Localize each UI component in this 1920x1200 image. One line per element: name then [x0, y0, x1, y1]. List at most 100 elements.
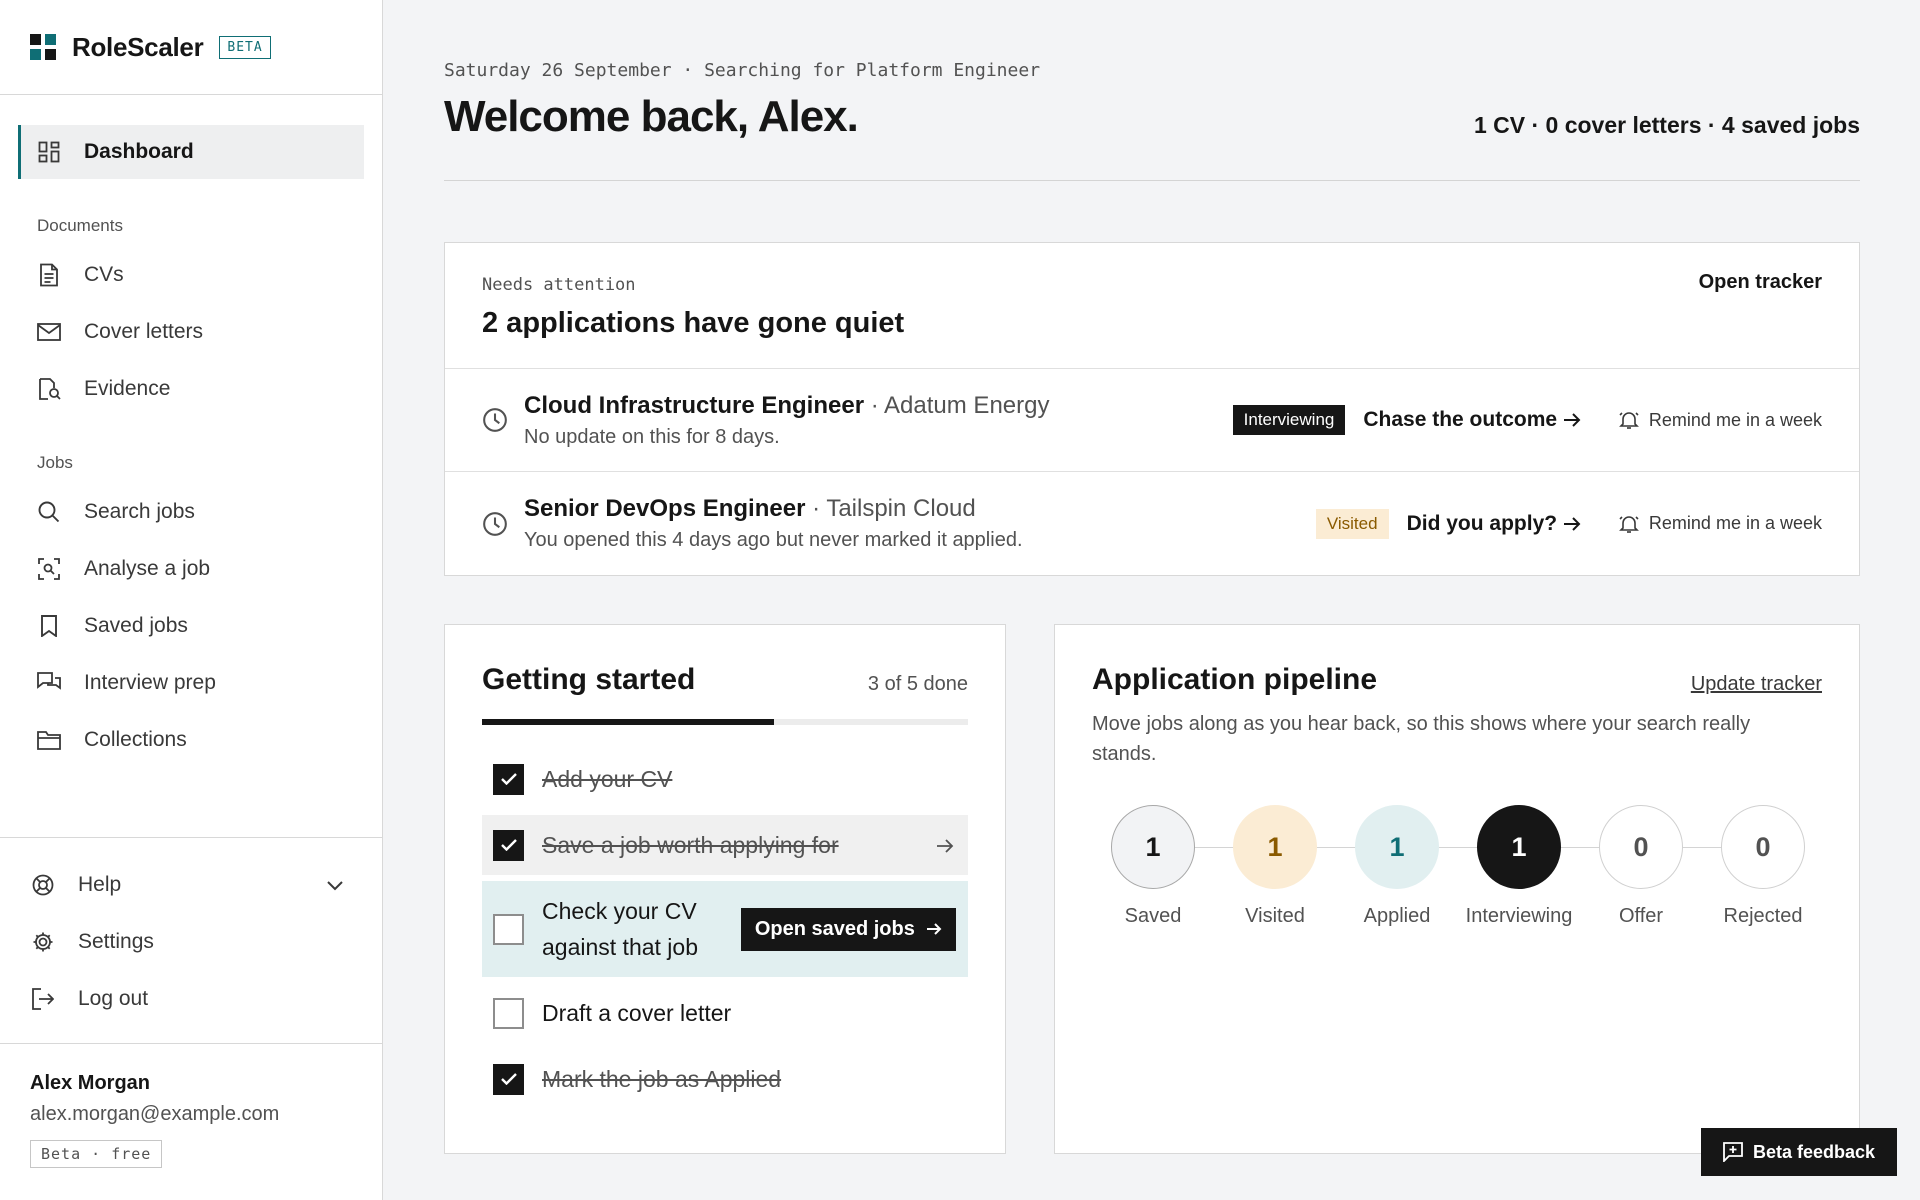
sidebar-item-evidence[interactable]: Evidence — [18, 362, 364, 416]
sidebar-item-cover-letters[interactable]: Cover letters — [18, 305, 364, 359]
stage-label: Offer — [1618, 905, 1664, 927]
stage-count: 1 — [1477, 805, 1561, 889]
sidebar: RoleScaler BETA Dashboard Documents CVs … — [0, 0, 383, 1200]
stage-label: Visited — [1245, 905, 1305, 927]
checklist-label: Add your CV — [542, 765, 673, 792]
needs-attention-card: Needs attention 2 applications have gone… — [444, 242, 1860, 576]
stage-count: 1 — [1111, 805, 1195, 889]
attention-title: 2 applications have gone quiet — [482, 307, 905, 339]
sidebar-item-collections[interactable]: Collections — [18, 713, 364, 767]
stage-offer[interactable]: 0 Offer — [1580, 805, 1702, 928]
user-name: Alex Morgan — [30, 1072, 151, 1094]
application-pipeline-card: Application pipeline Update tracker Move… — [1054, 624, 1860, 1154]
logo-icon — [30, 34, 56, 60]
remind-label: Remind me in a week — [1648, 409, 1822, 430]
clock-icon — [483, 511, 507, 536]
brand-name: RoleScaler — [72, 31, 204, 62]
brand[interactable]: RoleScaler BETA — [0, 0, 382, 95]
did-you-apply-link[interactable]: Did you apply? — [1407, 512, 1581, 536]
bell-icon — [1618, 515, 1639, 533]
sidebar-item-label: Evidence — [84, 377, 171, 400]
quiet-application-row: Senior DevOps Engineer · Tailspin Cloud … — [445, 472, 1859, 575]
progress-count: 3 of 5 done — [867, 673, 968, 695]
gear-icon — [30, 929, 56, 955]
open-saved-jobs-button[interactable]: Open saved jobs — [740, 907, 956, 951]
logout-icon — [30, 986, 56, 1012]
sidebar-item-saved-jobs[interactable]: Saved jobs — [18, 599, 364, 653]
nav-section-documents: Documents — [37, 216, 123, 235]
open-tracker-link[interactable]: Open tracker — [1699, 271, 1822, 294]
sidebar-item-label: Saved jobs — [84, 614, 188, 637]
checklist-item[interactable]: Add your CV — [482, 749, 968, 809]
stage-visited[interactable]: 1 Visited — [1214, 805, 1336, 928]
sidebar-nav: Dashboard Documents CVs Cover letters Ev… — [0, 95, 382, 767]
evidence-icon — [36, 376, 62, 402]
sidebar-item-search-jobs[interactable]: Search jobs — [18, 485, 364, 539]
arrow-right-icon — [936, 832, 954, 859]
stage-count: 0 — [1721, 805, 1805, 889]
row-actions: Interviewing Chase the outcome Remind me… — [1232, 369, 1822, 471]
checklist-item-current[interactable]: Check your CV against that job Open save… — [482, 881, 968, 977]
row-actions: Visited Did you apply? Remind me in a we… — [1315, 472, 1822, 575]
sidebar-item-dashboard[interactable]: Dashboard — [18, 125, 364, 179]
sidebar-footer-nav: Help Settings Log out — [0, 837, 383, 1029]
sidebar-item-logout[interactable]: Log out — [12, 972, 365, 1026]
beta-feedback-button[interactable]: Beta feedback — [1701, 1128, 1897, 1176]
sidebar-item-label: Search jobs — [84, 500, 195, 523]
sidebar-item-label: Log out — [78, 987, 149, 1010]
envelope-icon — [36, 319, 62, 345]
remind-me-button[interactable]: Remind me in a week — [1618, 513, 1822, 534]
chevron-down-icon[interactable] — [327, 873, 343, 897]
application-info: Cloud Infrastructure Engineer · Adatum E… — [524, 392, 1049, 449]
chat-icon — [36, 670, 62, 696]
sidebar-item-settings[interactable]: Settings — [12, 915, 365, 969]
stage-count: 0 — [1599, 805, 1683, 889]
stage-saved[interactable]: 1 Saved — [1092, 805, 1214, 928]
quiet-application-row: Cloud Infrastructure Engineer · Adatum E… — [445, 369, 1859, 472]
checkbox-checked[interactable] — [493, 1063, 524, 1095]
checklist: Add your CV Save a job worth applying fo… — [482, 749, 968, 1109]
checkbox-unchecked[interactable] — [493, 997, 524, 1029]
stage-rejected[interactable]: 0 Rejected — [1702, 805, 1824, 928]
checklist-label: Check your CV against that job — [542, 898, 699, 960]
feedback-icon — [1723, 1142, 1743, 1162]
user-email: alex.morgan@example.com — [30, 1103, 280, 1125]
sidebar-item-cvs[interactable]: CVs — [18, 248, 364, 302]
arrow-right-icon — [1563, 413, 1581, 427]
checklist-item[interactable]: Save a job worth applying for — [482, 815, 968, 875]
remind-label: Remind me in a week — [1648, 513, 1822, 533]
attention-kicker: Needs attention — [482, 275, 636, 295]
page-kicker: Saturday 26 September · Searching for Pl… — [444, 60, 1041, 81]
application-note: You opened this 4 days ago but never mar… — [524, 529, 1023, 551]
beta-badge: BETA — [219, 35, 271, 59]
remind-me-button[interactable]: Remind me in a week — [1618, 409, 1822, 431]
stage-interviewing[interactable]: 1 Interviewing — [1458, 805, 1580, 928]
sidebar-item-interview-prep[interactable]: Interview prep — [18, 656, 364, 710]
sidebar-item-label: Analyse a job — [84, 557, 211, 580]
checkbox-checked[interactable] — [493, 763, 524, 795]
stage-applied[interactable]: 1 Applied — [1336, 805, 1458, 928]
checklist-label: Mark the job as Applied — [542, 1065, 782, 1092]
checkbox-unchecked[interactable] — [493, 913, 524, 945]
document-icon — [36, 262, 62, 288]
checklist-item[interactable]: Draft a cover letter — [482, 983, 968, 1043]
stage-label: Applied — [1363, 905, 1431, 927]
status-badge: Interviewing — [1232, 405, 1346, 435]
stage-label: Rejected — [1723, 905, 1803, 927]
checklist-item[interactable]: Mark the job as Applied — [482, 1049, 968, 1109]
arrow-right-icon — [1563, 516, 1581, 531]
bell-icon — [1618, 412, 1639, 429]
sidebar-item-label: Help — [78, 873, 122, 896]
sidebar-item-help[interactable]: Help — [12, 858, 365, 912]
pipeline-stages: 1 Saved 1 Visited 1 Applied 1 Interviewi… — [1092, 805, 1822, 935]
dashboard-icon — [36, 139, 62, 165]
sidebar-item-analyse-job[interactable]: Analyse a job — [18, 542, 364, 596]
stage-count: 1 — [1233, 805, 1317, 889]
action-label: Chase the outcome — [1363, 408, 1558, 431]
checkbox-checked[interactable] — [493, 829, 524, 861]
job-title: Senior DevOps Engineer — [524, 495, 806, 522]
chase-outcome-link[interactable]: Chase the outcome — [1363, 408, 1581, 432]
checklist-label: Draft a cover letter — [542, 999, 732, 1026]
stage-label: Interviewing — [1465, 905, 1573, 927]
update-tracker-link[interactable]: Update tracker — [1691, 673, 1822, 696]
